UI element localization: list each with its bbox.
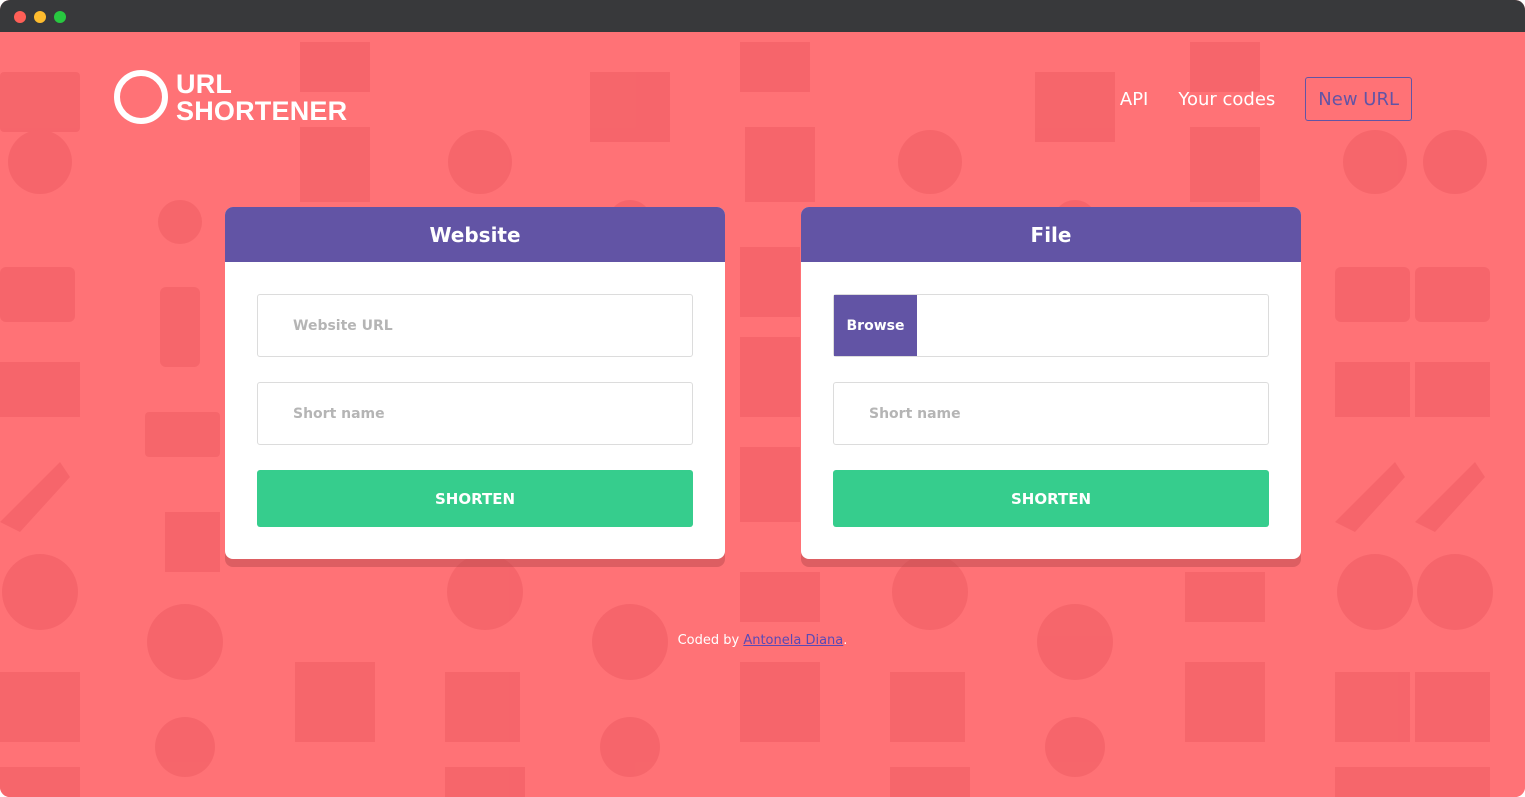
new-url-button[interactable]: New URL — [1305, 77, 1412, 121]
website-short-name-field[interactable] — [257, 382, 693, 445]
file-upload-field[interactable]: Browse — [833, 294, 1269, 357]
file-shorten-button[interactable]: SHORTEN — [833, 470, 1269, 527]
logo-text: URL SHORTENER — [176, 71, 347, 125]
page: URL SHORTENER API Your codes New URL Web… — [0, 32, 1525, 797]
file-short-name-input[interactable] — [834, 383, 1268, 444]
logo-line-1: URL — [176, 69, 233, 99]
minimize-window-button[interactable] — [34, 11, 46, 23]
site-logo[interactable]: URL SHORTENER — [114, 70, 374, 126]
website-card: Website SHORTEN — [225, 207, 725, 559]
close-window-button[interactable] — [14, 11, 26, 23]
footer: Coded by Antonela Diana. — [0, 633, 1525, 648]
window-titlebar — [0, 0, 1525, 32]
nav-api-link[interactable]: API — [1120, 89, 1148, 110]
top-nav: API Your codes New URL — [1090, 77, 1412, 121]
author-link[interactable]: Antonela Diana — [743, 633, 843, 648]
footer-prefix: Coded by — [677, 633, 744, 648]
file-card: File Browse SHORTEN — [801, 207, 1301, 559]
website-url-input[interactable] — [258, 295, 692, 356]
website-short-name-input[interactable] — [258, 383, 692, 444]
website-shorten-button[interactable]: SHORTEN — [257, 470, 693, 527]
nav-your-codes-link[interactable]: Your codes — [1178, 89, 1275, 110]
website-url-field[interactable] — [257, 294, 693, 357]
website-card-title: Website — [225, 207, 725, 262]
maximize-window-button[interactable] — [54, 11, 66, 23]
footer-suffix: . — [843, 633, 848, 648]
file-short-name-field[interactable] — [833, 382, 1269, 445]
browser-window: URL SHORTENER API Your codes New URL Web… — [0, 0, 1525, 797]
browse-button[interactable]: Browse — [834, 295, 917, 356]
logo-circle-icon — [114, 70, 168, 124]
file-card-title: File — [801, 207, 1301, 262]
logo-line-2: SHORTENER — [176, 96, 348, 126]
